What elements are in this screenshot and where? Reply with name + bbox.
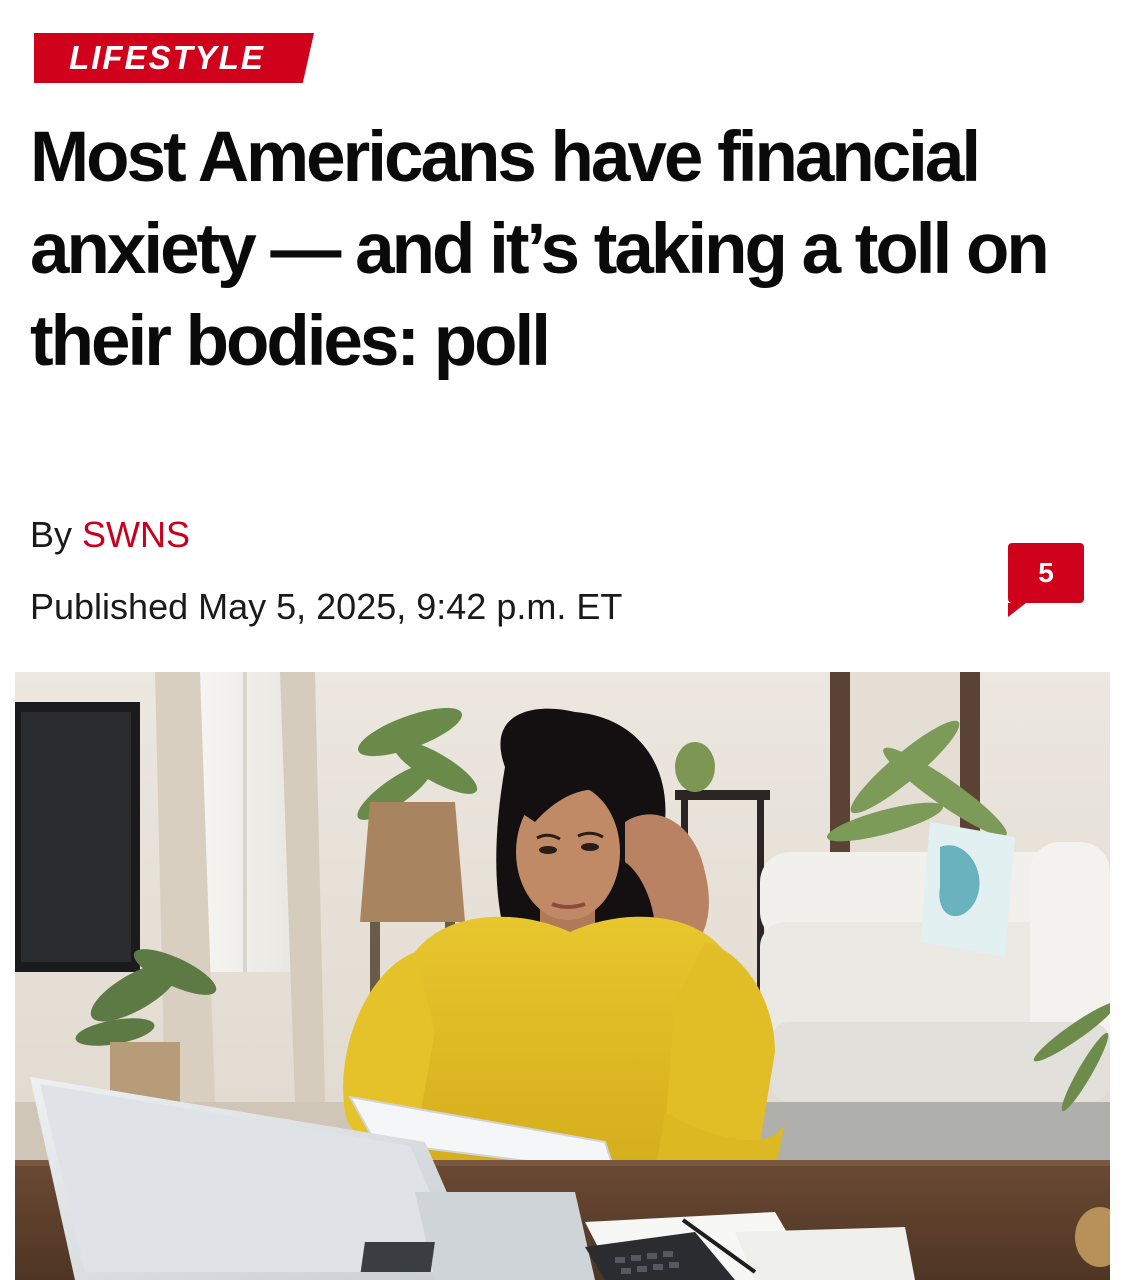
hero-image: [15, 672, 1110, 1280]
author-link[interactable]: SWNS: [82, 514, 190, 555]
hero-photo-illustration: [15, 672, 1110, 1280]
section-tag-label: LIFESTYLE: [69, 39, 265, 76]
published-timestamp: Published May 5, 2025, 9:42 p.m. ET: [30, 586, 623, 627]
comment-count-badge[interactable]: 5: [1008, 543, 1084, 617]
byline: By SWNS: [30, 514, 190, 556]
section-tag-lifestyle[interactable]: LIFESTYLE: [34, 33, 314, 83]
byline-prefix: By: [30, 514, 73, 555]
article-headline: Most Americans have financial anxiety — …: [30, 118, 1050, 381]
comment-count: 5: [1038, 557, 1054, 588]
